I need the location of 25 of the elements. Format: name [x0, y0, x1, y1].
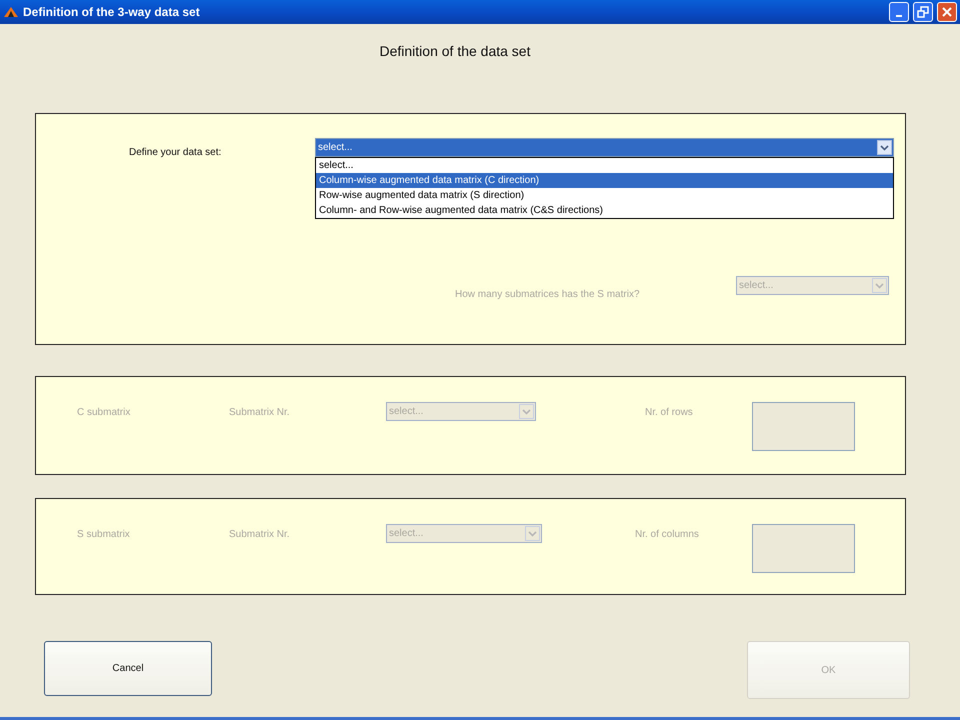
- window-title: Definition of the 3-way data set: [23, 5, 201, 19]
- caret-icon: [525, 526, 540, 541]
- panel-title: S submatrix: [77, 529, 130, 540]
- restore-button[interactable]: [913, 2, 933, 22]
- field-label: Submatrix Nr.: [229, 529, 290, 540]
- dataset-dropdown[interactable]: select...: [315, 138, 894, 157]
- field-label: Nr. of rows: [645, 407, 693, 418]
- panel-title: C submatrix: [77, 407, 130, 418]
- minimize-icon: [896, 15, 902, 17]
- field-label: Submatrix Nr.: [229, 407, 290, 418]
- minimize-button[interactable]: [889, 2, 909, 22]
- field-label: How many submatrices has the S matrix?: [455, 289, 640, 300]
- dialog-button[interactable]: Cancel: [44, 641, 212, 696]
- dropdown-option[interactable]: Column-wise augmented data matrix (C direction): [316, 173, 893, 188]
- caret-icon: [877, 140, 892, 155]
- caret-icon: [519, 404, 534, 419]
- close-icon: [941, 6, 953, 18]
- input-field[interactable]: [752, 402, 855, 451]
- restore-icon: [917, 6, 929, 18]
- caret-icon: [872, 278, 887, 293]
- dialog-heading: Definition of the data set: [380, 43, 530, 59]
- input-field[interactable]: [752, 524, 855, 573]
- field-label: Define your data set:: [129, 147, 222, 158]
- field-label: Nr. of columns: [635, 529, 699, 540]
- close-button[interactable]: [937, 2, 957, 22]
